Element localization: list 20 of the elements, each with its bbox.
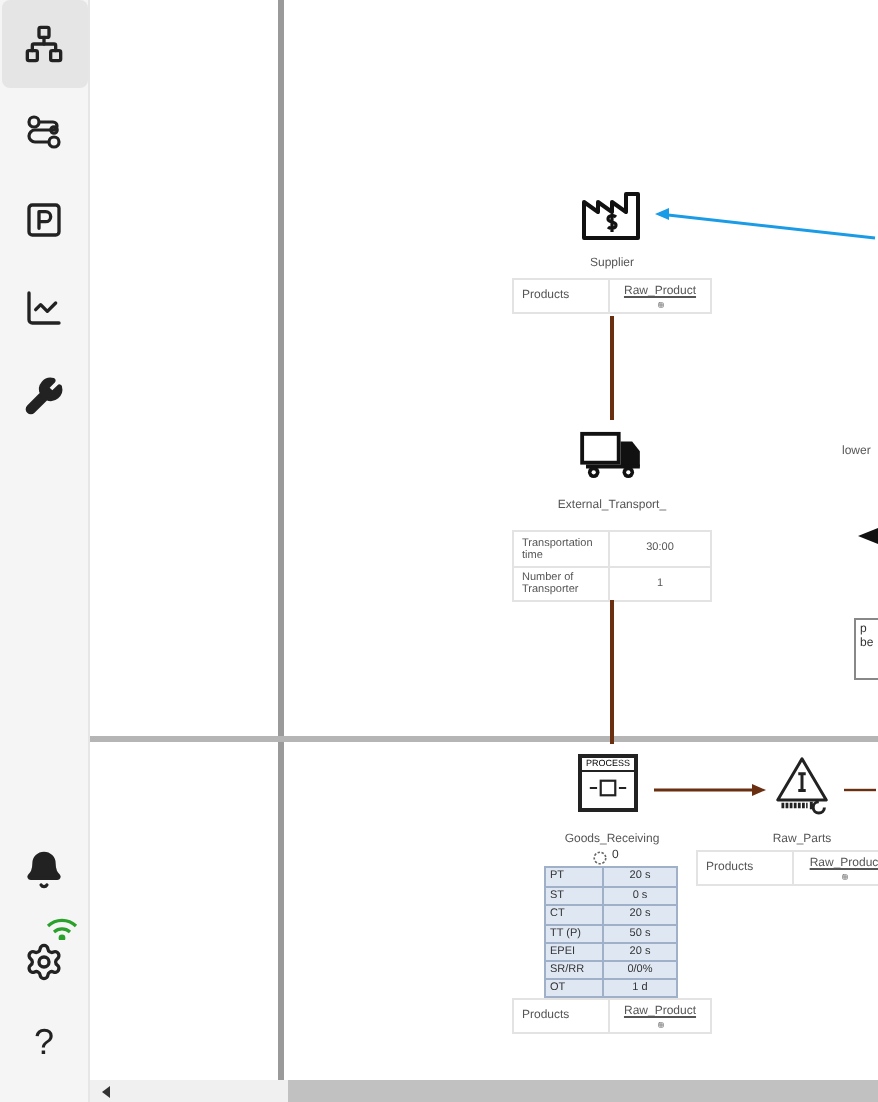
sidebar-button[interactable]: [1, 0, 87, 88]
operator-icon: [592, 849, 608, 865]
hierarchy-icon: [24, 24, 64, 64]
help-button[interactable]: ?: [1, 998, 87, 1086]
route-icon: [24, 112, 64, 152]
inventory-icon: [774, 754, 830, 816]
line-chart-icon: [24, 288, 64, 328]
scroll-left-icon[interactable]: [102, 1085, 110, 1097]
arrow-head-icon: [858, 528, 878, 544]
box-arrows-icon: [588, 778, 628, 798]
settings-icon: [24, 942, 64, 982]
connection-line: [844, 786, 876, 794]
truck-icon: [580, 430, 642, 480]
bell-icon: [24, 850, 64, 890]
parking-icon: [24, 200, 64, 240]
wrench-icon: [24, 376, 64, 416]
scrollbar-thumb[interactable]: [288, 1080, 878, 1102]
horizontal-scrollbar[interactable]: [90, 1080, 878, 1102]
connection-arrow: [654, 784, 766, 796]
factory-icon: [580, 186, 644, 242]
